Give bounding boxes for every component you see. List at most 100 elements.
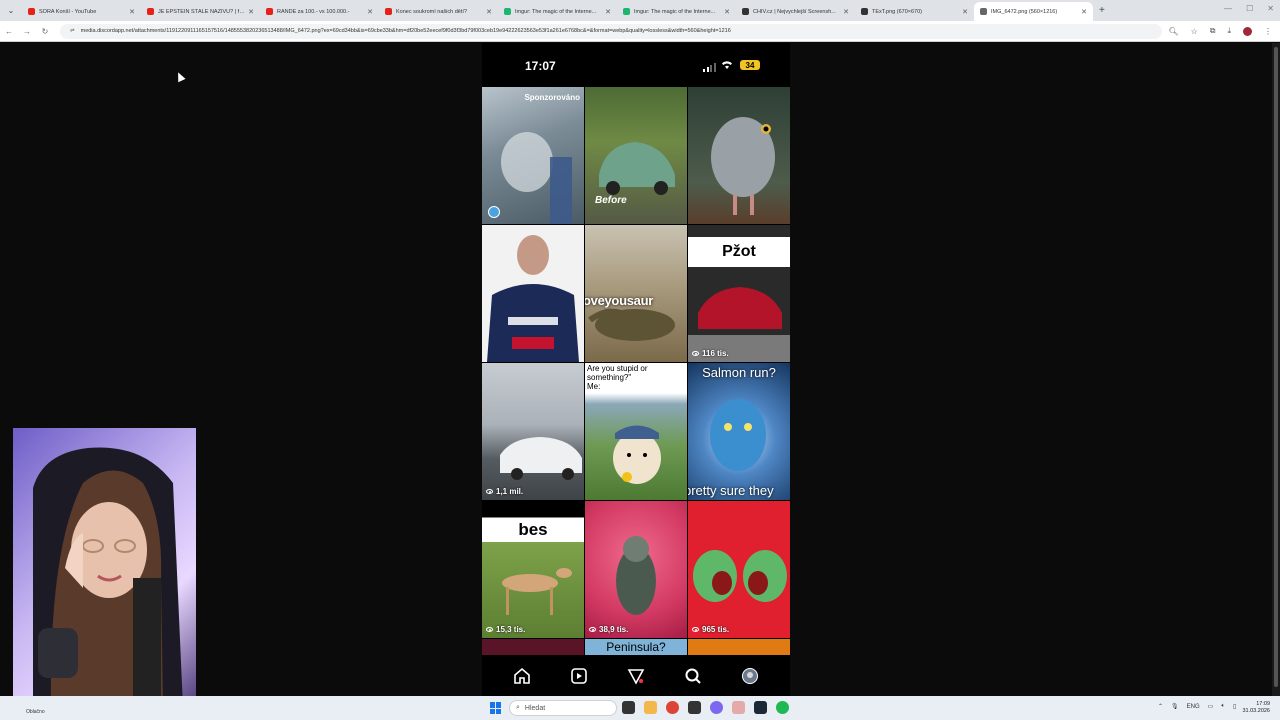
webcam-person-illustration (33, 447, 183, 707)
spotify-icon[interactable] (776, 701, 789, 714)
forward-icon[interactable]: → (18, 27, 36, 36)
grid-tile-avatar[interactable]: Salmon run? pretty sure they (688, 363, 790, 500)
tab-title: JE EPSTEIN STÁLE NAŽIVU? | fo... (158, 8, 246, 15)
battery-tray-icon[interactable]: ▯ (1233, 703, 1236, 710)
menu-kebab-icon[interactable]: ⋮ (1264, 27, 1272, 36)
tab-title: IMG_6472.png (560×1216) (991, 8, 1058, 15)
view-count-value: 1,1 mil. (496, 487, 524, 496)
view-count-value: 116 tis. (702, 349, 729, 358)
direct-messages-icon[interactable] (625, 665, 647, 687)
browser-tab[interactable]: IMG_6472.png (560×1216) ✕ (974, 2, 1093, 21)
task-view-icon[interactable] (622, 701, 635, 714)
signal-icon (703, 63, 716, 72)
eye-icon (692, 351, 699, 356)
tab-close-icon[interactable]: ✕ (843, 8, 849, 16)
network-icon[interactable]: ▭ (1208, 703, 1214, 710)
reload-icon[interactable]: ↻ (36, 27, 54, 36)
steam-icon[interactable] (754, 701, 767, 714)
browser-tab[interactable]: SORA Konší - YouTube ✕ (22, 2, 141, 21)
microphone-icon[interactable]: 🎙︎ (1171, 703, 1179, 710)
language-indicator[interactable]: ENG (1187, 704, 1200, 710)
media-app-icon[interactable] (732, 701, 745, 714)
browser-tab[interactable]: JE EPSTEIN STÁLE NAŽIVU? | fo... ✕ (141, 2, 260, 21)
tab-favicon-icon (623, 8, 630, 15)
search-icon[interactable] (682, 665, 704, 687)
grid-tile-pzot[interactable]: Pžot 116 tis. (688, 225, 790, 362)
scrollbar-thumb[interactable] (1274, 47, 1278, 687)
tab-title: TExT.png (670×670) (872, 8, 922, 15)
tab-favicon-icon (742, 8, 749, 15)
file-explorer-icon[interactable] (644, 701, 657, 714)
pinned-apps (622, 701, 789, 714)
browser-tab[interactable]: Imgur: The magic of the Interne... ✕ (617, 2, 736, 21)
url-field[interactable]: ⇌ media.discordapp.net/attachments/11912… (60, 23, 1163, 39)
tab-title: CHIV.cz | Nejvychlejší Screensh... (753, 8, 836, 15)
streamer-webcam (13, 428, 196, 707)
tab-title: SORA Konší - YouTube (39, 8, 97, 15)
tray-chevron-icon[interactable]: ⌃ (1158, 703, 1163, 710)
home-icon[interactable] (511, 665, 533, 687)
profile-avatar[interactable] (1243, 26, 1252, 36)
browser-tab[interactable]: TExT.png (670×670) ✕ (855, 2, 974, 21)
discord-icon[interactable] (710, 701, 723, 714)
url-text: media.discordapp.net/attachments/1191220… (80, 28, 731, 34)
zoom-icon[interactable]: 🔍︎ (1168, 27, 1178, 36)
racer-illustration (487, 235, 579, 362)
new-tab-button[interactable]: + (1099, 5, 1105, 16)
grid-tile-car-before[interactable]: Before (585, 87, 687, 224)
tab-close-icon[interactable]: ✕ (1081, 8, 1087, 16)
back-icon[interactable]: ← (0, 27, 18, 36)
partial-tile-middle[interactable]: Peninsula? (585, 639, 687, 655)
reel-icon (488, 206, 500, 218)
tab-close-icon[interactable]: ✕ (962, 8, 968, 16)
partial-tile-right[interactable] (688, 639, 790, 655)
volume-icon[interactable]: 🔈︎ (1221, 703, 1225, 710)
browser-tab[interactable]: Imgur: The magic of the Interne... ✕ (498, 2, 617, 21)
grid-tile-white-car[interactable]: 1,1 mil. (482, 363, 584, 500)
tab-search-menu[interactable]: ⌄ (0, 0, 22, 21)
close-window-icon[interactable]: ✕ (1267, 4, 1274, 13)
system-tray: ⌃ 🎙︎ ENG ▭ 🔈︎ ▯ (1158, 703, 1236, 710)
partial-tile-left[interactable] (482, 639, 584, 655)
grid-tile-frogs[interactable]: 965 tis. (688, 501, 790, 638)
page-scrollbar[interactable] (1272, 43, 1280, 696)
grid-tile-dinosaur[interactable]: oveyousaur (585, 225, 687, 362)
red-car-illustration (688, 287, 790, 362)
extensions-icon[interactable]: ⧉ (1210, 26, 1216, 36)
maximize-icon[interactable]: ☐ (1246, 4, 1253, 13)
grid-tile-dog[interactable]: Are you stupid or something?" Me: (585, 363, 687, 500)
profile-avatar-icon[interactable] (739, 665, 761, 687)
chrome-icon[interactable] (666, 701, 679, 714)
explore-grid: Sponzorováno Before oveyousaur Pžot 116 … (482, 87, 790, 638)
tab-favicon-icon (980, 8, 987, 15)
tab-close-icon[interactable]: ✕ (605, 8, 611, 16)
grid-tile-bes[interactable]: bes 15,3 tis. (482, 501, 584, 638)
taskbar-search-input[interactable]: ⌕ Hledat (509, 700, 617, 716)
reels-icon[interactable] (568, 665, 590, 687)
downloads-icon[interactable]: ⤓ (1227, 26, 1231, 36)
tab-close-icon[interactable]: ✕ (724, 8, 730, 16)
taskbar-clock[interactable]: 17:09 31.03.2026 (1242, 701, 1270, 715)
minimize-icon[interactable]: — (1224, 4, 1232, 13)
bookmark-star-icon[interactable]: ☆ (1191, 27, 1198, 36)
grid-tile-pigeon[interactable]: 38,9 tis. (585, 501, 687, 638)
tab-close-icon[interactable]: ✕ (248, 8, 254, 16)
browser-tab[interactable]: RANDE za 100.- vs 100.000.- ✕ (260, 2, 379, 21)
site-info-icon[interactable]: ⇌ (70, 28, 75, 34)
grid-tile-sponsored[interactable]: Sponzorováno (482, 87, 584, 224)
white-car-illustration (500, 437, 582, 480)
greyhound-illustration (502, 568, 572, 615)
tab-close-icon[interactable]: ✕ (486, 8, 492, 16)
browser-tab-strip: ⌄ SORA Konší - YouTube ✕ JE EPSTEIN STÁLE … (0, 0, 1280, 21)
browser-tab[interactable]: Konec soukromí našich dětí? ✕ (379, 2, 498, 21)
tab-close-icon[interactable]: ✕ (367, 8, 373, 16)
view-count-value: 15,3 tis. (496, 625, 526, 634)
browser-tab[interactable]: CHIV.cz | Nejvychlejší Screensh... ✕ (736, 2, 855, 21)
grid-tile-bird[interactable] (688, 87, 790, 224)
windows-start-icon[interactable] (490, 702, 502, 714)
grid-tile-racer[interactable] (482, 225, 584, 362)
view-count: 15,3 tis. (486, 625, 525, 634)
tiktok-icon[interactable] (688, 701, 701, 714)
partial-grid-row: Peninsula? (482, 639, 790, 655)
tab-close-icon[interactable]: ✕ (129, 8, 135, 16)
